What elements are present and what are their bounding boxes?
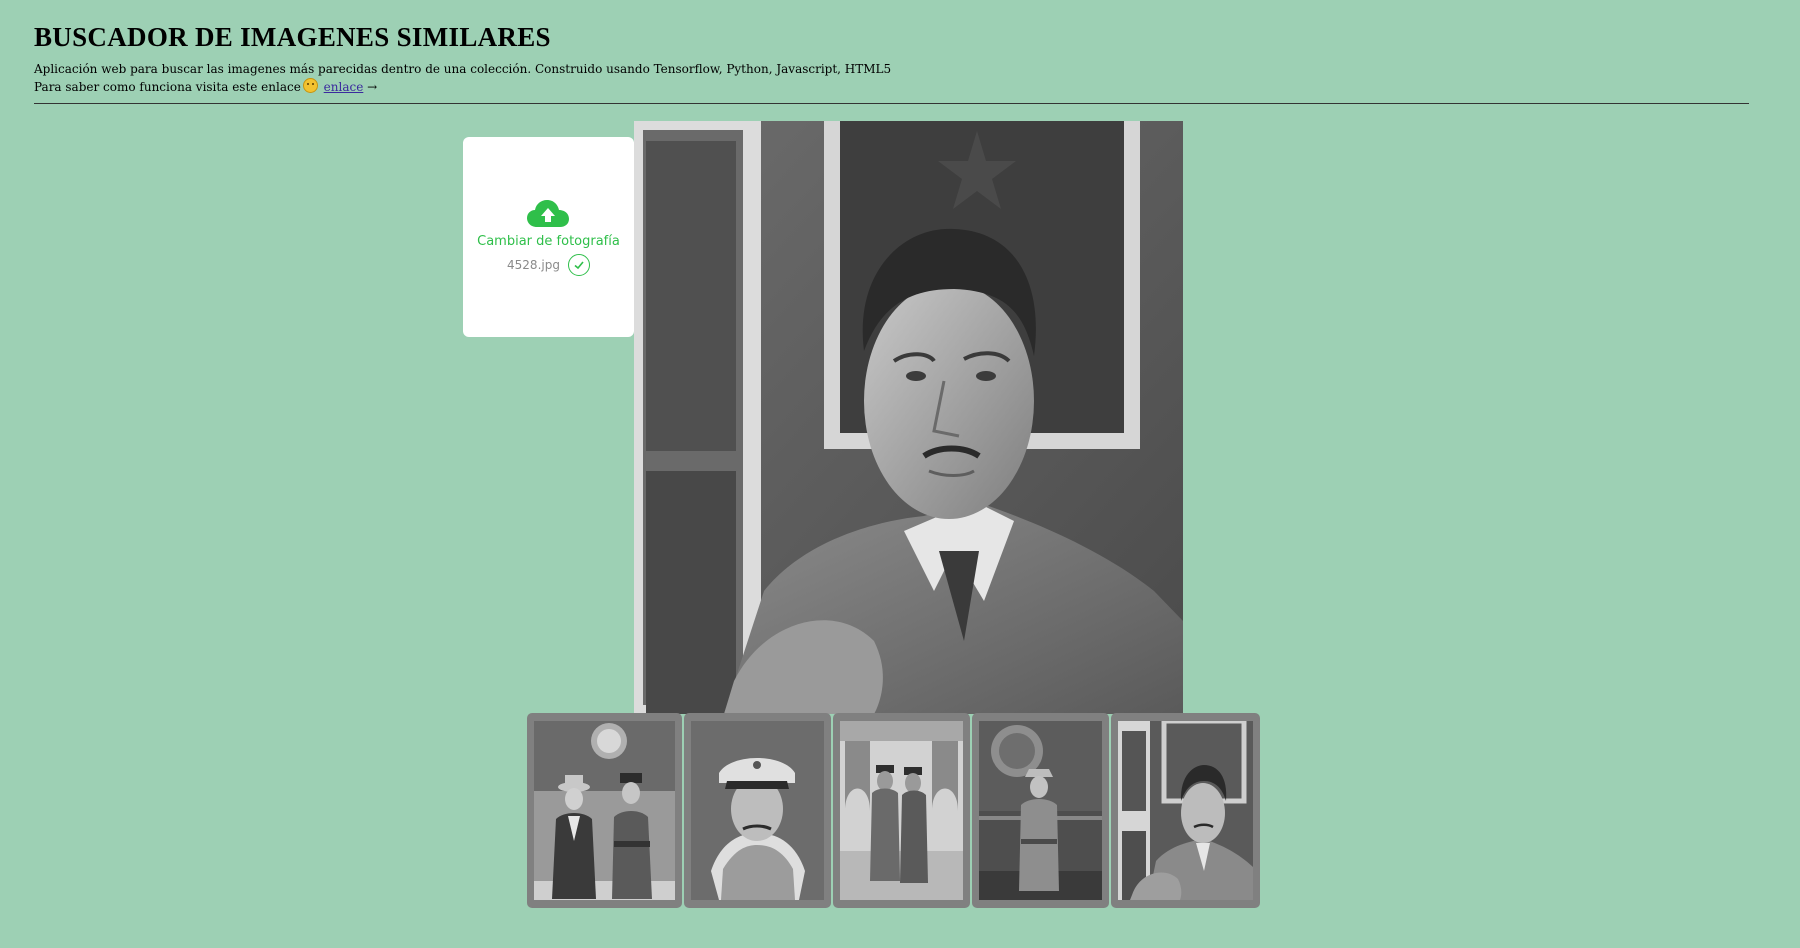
result-photo bbox=[691, 721, 824, 900]
cloud-upload-icon[interactable] bbox=[527, 199, 569, 229]
result-thumbnail[interactable] bbox=[527, 713, 682, 908]
result-photo bbox=[979, 721, 1102, 900]
result-thumbnail[interactable] bbox=[972, 713, 1109, 908]
file-status-row: 4528.jpg bbox=[463, 254, 634, 276]
result-thumbnail[interactable] bbox=[684, 713, 831, 908]
page-title: BUSCADOR DE IMAGENES SIMILARES bbox=[34, 22, 551, 52]
file-name: 4528.jpg bbox=[507, 258, 560, 272]
check-circle-icon bbox=[567, 254, 590, 276]
page-header: BUSCADOR DE IMAGENES SIMILARES Aplicació… bbox=[34, 22, 1750, 96]
app-description-block: Aplicación web para buscar las imagenes … bbox=[34, 60, 1750, 96]
smiling-face-icon bbox=[302, 78, 318, 93]
upload-card[interactable]: Cambiar de fotografía 4528.jpg bbox=[463, 137, 634, 337]
query-photo bbox=[634, 121, 1183, 714]
result-thumbnail[interactable] bbox=[1111, 713, 1260, 908]
result-thumbnail[interactable] bbox=[833, 713, 970, 908]
header-divider bbox=[34, 103, 1749, 104]
similar-results bbox=[527, 713, 1262, 908]
change-photo-label[interactable]: Cambiar de fotografía bbox=[463, 234, 634, 249]
query-image bbox=[634, 121, 1183, 714]
info-link[interactable]: enlace bbox=[324, 80, 364, 94]
result-photo bbox=[1118, 721, 1253, 900]
arrow-right-icon: → bbox=[367, 80, 378, 94]
result-photo bbox=[840, 721, 963, 900]
how-it-works-line: Para saber como funciona visita este enl… bbox=[34, 78, 1750, 96]
result-photo bbox=[534, 721, 675, 900]
app-description: Aplicación web para buscar las imagenes … bbox=[34, 62, 892, 76]
how-it-works-text: Para saber como funciona visita este enl… bbox=[34, 80, 301, 94]
